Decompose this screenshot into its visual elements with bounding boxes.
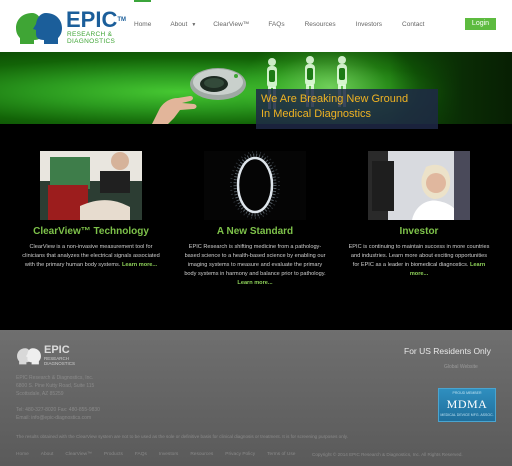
login-button[interactable]: Login xyxy=(465,18,496,30)
footer-nav-resources[interactable]: Resources xyxy=(190,452,213,457)
global-website-link[interactable]: Global Website xyxy=(444,364,478,370)
dropdown-arrow-icon: ▼ xyxy=(191,22,197,28)
feature-description: ClearView is a non-invasive measurement … xyxy=(22,244,160,268)
site-header: EPICTM RESEARCH & DIAGNOSTICS Home About… xyxy=(0,0,512,52)
nav-faqs[interactable]: FAQs xyxy=(268,21,284,33)
footer-logo-wordmark: EPIC xyxy=(44,344,70,356)
us-residents-notice: For US Residents Only xyxy=(404,346,491,356)
feature-description: EPIC Research is shifting medicine from … xyxy=(184,244,326,286)
learn-more-link[interactable]: Learn more... xyxy=(122,262,157,268)
nav-contact[interactable]: Contact xyxy=(402,21,424,33)
epic-logo[interactable]: EPICTM RESEARCH & DIAGNOSTICS xyxy=(14,9,126,47)
feature-title: Investor xyxy=(399,226,439,237)
banner-headline-box: We Are Breaking New Ground In Medical Di… xyxy=(256,89,438,129)
footer-nav-investors[interactable]: Investors xyxy=(159,452,178,457)
footer-nav-clearview[interactable]: ClearView™ xyxy=(65,452,92,457)
footer-nav: Home About ClearView™ Products FAQs Inve… xyxy=(16,452,307,457)
features-section: ClearView™ Technology ClearView is a non… xyxy=(0,140,512,330)
nav-investors[interactable]: Investors xyxy=(356,21,382,33)
footer-nav-about[interactable]: About xyxy=(41,452,54,457)
footer-nav-faqs[interactable]: FAQs xyxy=(135,452,147,457)
nav-home[interactable]: Home xyxy=(134,0,152,33)
site-footer: EPIC RESEARCH DIAGNOSTICS EPIC Research … xyxy=(0,330,512,466)
footer-nav-home[interactable]: Home xyxy=(16,452,29,457)
footer-address: EPIC Research & Diagnostics, Inc. 6800 S… xyxy=(16,375,95,397)
mdma-member-badge[interactable]: PROUD MEMBER MDMA MEDICAL DEVICE MFG. AS… xyxy=(438,388,496,422)
two-heads-logo-icon xyxy=(17,348,41,365)
footer-logo[interactable]: EPIC RESEARCH DIAGNOSTICS xyxy=(16,344,96,368)
fingertip-corona-image[interactable] xyxy=(204,151,306,220)
clinician-photo[interactable] xyxy=(40,151,142,220)
nav-about[interactable]: About ▼ xyxy=(170,21,196,33)
feature-title: A New Standard xyxy=(216,226,294,237)
main-nav: Home About ▼ ClearView™ FAQs Resources In… xyxy=(134,0,424,33)
footer-nav-terms[interactable]: Terms of Use xyxy=(267,452,295,457)
feature-title: ClearView™ Technology xyxy=(33,226,149,237)
footer-nav-privacy[interactable]: Privacy Policy xyxy=(225,452,255,457)
logo-wordmark: EPICTM xyxy=(66,7,127,32)
logo-tagline: RESEARCH & DIAGNOSTICS xyxy=(67,31,116,45)
nav-clearview[interactable]: ClearView™ xyxy=(213,21,249,33)
copyright-text: Copyright © 2014 EPIC Research & Diagnos… xyxy=(312,452,463,457)
two-heads-logo-icon xyxy=(16,13,62,44)
footer-contact: Tel: 480-327-8020 Fax: 480-855-9830 Emai… xyxy=(16,407,100,421)
footer-logo-tagline: RESEARCH DIAGNOSTICS xyxy=(44,356,76,366)
hand-image xyxy=(152,96,197,124)
footer-nav-products[interactable]: Products xyxy=(104,452,123,457)
footer-disclaimer: The results obtained with the ClearView … xyxy=(16,434,349,439)
nav-resources[interactable]: Resources xyxy=(305,21,336,33)
banner-headline-line2: In Medical Diagnostics xyxy=(261,108,372,120)
investor-photo[interactable] xyxy=(368,151,470,220)
learn-more-link[interactable]: Learn more... xyxy=(237,280,272,286)
banner-headline-line1: We Are Breaking New Ground xyxy=(261,93,409,105)
feature-description: EPIC is continuing to maintain success i… xyxy=(348,244,490,277)
